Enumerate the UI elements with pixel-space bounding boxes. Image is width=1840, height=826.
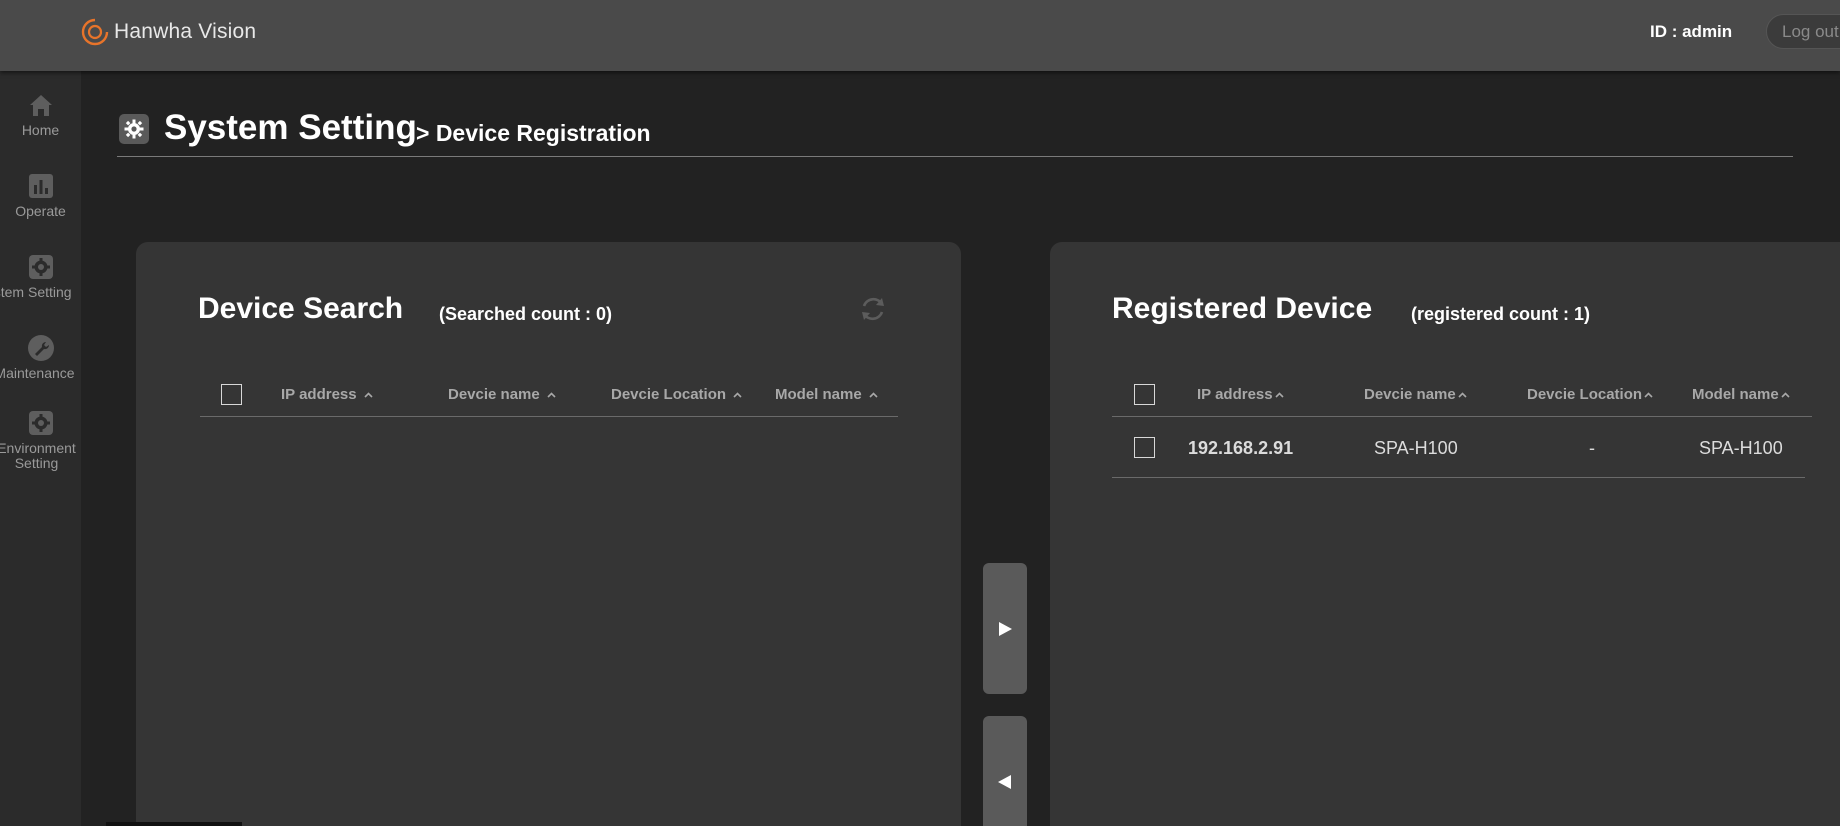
device-search-panel: Device Search (Searched count : 0) IP ad…: [136, 242, 961, 826]
logout-button[interactable]: Log out: [1766, 14, 1840, 49]
remove-from-registered-button[interactable]: [983, 716, 1027, 826]
sort-up-icon: [733, 391, 742, 398]
column-header-model-name[interactable]: Model name: [775, 386, 878, 403]
arrow-right-icon: [999, 621, 1012, 636]
gear-icon: [124, 119, 144, 139]
registered-count: (registered count : 1): [1411, 304, 1591, 324]
column-header-model-name[interactable]: Model name: [1692, 386, 1790, 403]
sort-up-icon: [1781, 391, 1790, 398]
settings-title-icon: [119, 114, 149, 144]
select-all-checkbox[interactable]: [221, 384, 242, 405]
home-icon: [29, 95, 52, 116]
page-title: System Setting: [164, 108, 417, 147]
searched-count: (Searched count : 0): [439, 304, 613, 324]
sidebar: Home Operate System Setting: [0, 71, 81, 826]
column-header-ip-address[interactable]: IP address: [281, 386, 373, 403]
column-header-device-name[interactable]: Devcie name: [1364, 386, 1467, 403]
sort-up-icon: [1458, 391, 1467, 398]
sidebar-item-label: System Setting: [0, 284, 72, 300]
sidebar-item-home[interactable]: Home: [0, 91, 81, 138]
bar-chart-icon: [28, 174, 53, 198]
column-header-device-location[interactable]: Devcie Location: [611, 386, 742, 403]
top-header: Hanwha Vision ID : admin Log out: [0, 0, 1840, 71]
sidebar-item-maintenance[interactable]: Maintenance: [0, 334, 75, 381]
sidebar-item-label: Setting: [14, 455, 59, 471]
cell-model-name: SPA-H100: [1699, 438, 1783, 458]
add-to-registered-button[interactable]: [983, 563, 1027, 694]
gear-icon: [28, 255, 53, 279]
sort-up-icon: [364, 391, 373, 398]
brand-logo[interactable]: Hanwha Vision: [80, 17, 256, 47]
sort-up-icon: [1644, 391, 1653, 398]
sidebar-item-label: Environment: [0, 440, 76, 456]
cell-device-name: SPA-H100: [1374, 438, 1458, 458]
sidebar-item-operate[interactable]: Operate: [0, 172, 81, 219]
column-header-device-location[interactable]: Devcie Location: [1527, 386, 1653, 403]
sidebar-item-label: Maintenance: [0, 365, 75, 381]
registered-device-panel: Registered Device (registered count : 1)…: [1050, 242, 1840, 826]
sidebar-item-label: Operate: [15, 203, 66, 219]
cell-ip-address: 192.168.2.91: [1188, 438, 1294, 458]
registered-table-header: IP address Devcie name Devcie Location M…: [1112, 382, 1812, 417]
brand-name: Hanwha Vision: [114, 20, 257, 43]
sort-up-icon: [1275, 391, 1284, 398]
sort-up-icon: [869, 391, 878, 398]
row-checkbox[interactable]: [1134, 437, 1155, 458]
device-search-table-header: IP address Devcie name Devcie Location M…: [200, 382, 898, 417]
wrench-icon: [27, 335, 54, 361]
device-search-title: Device Search: [198, 292, 404, 325]
title-divider: [117, 156, 1793, 157]
sort-up-icon: [547, 391, 556, 398]
bottom-strip: [106, 822, 242, 826]
hanwha-logo-icon: [81, 18, 109, 46]
sidebar-item-environment-setting[interactable]: Environment Setting: [0, 409, 77, 471]
table-row[interactable]: 192.168.2.91 SPA-H100 - SPA-H100: [1112, 417, 1805, 478]
select-all-checkbox[interactable]: [1134, 384, 1155, 405]
arrow-left-icon: [998, 774, 1011, 789]
sidebar-item-label: Home: [21, 122, 60, 138]
user-id-label: ID : admin: [1650, 22, 1733, 41]
column-header-device-name[interactable]: Devcie name: [448, 386, 556, 403]
registered-device-title: Registered Device: [1112, 292, 1373, 325]
column-header-ip-address[interactable]: IP address: [1197, 386, 1284, 403]
breadcrumb: > Device Registration: [416, 120, 651, 146]
sidebar-item-system-setting[interactable]: System Setting: [0, 253, 72, 300]
refresh-icon[interactable]: [858, 294, 888, 324]
cell-device-location: -: [1589, 438, 1595, 458]
gear-icon: [28, 411, 53, 435]
